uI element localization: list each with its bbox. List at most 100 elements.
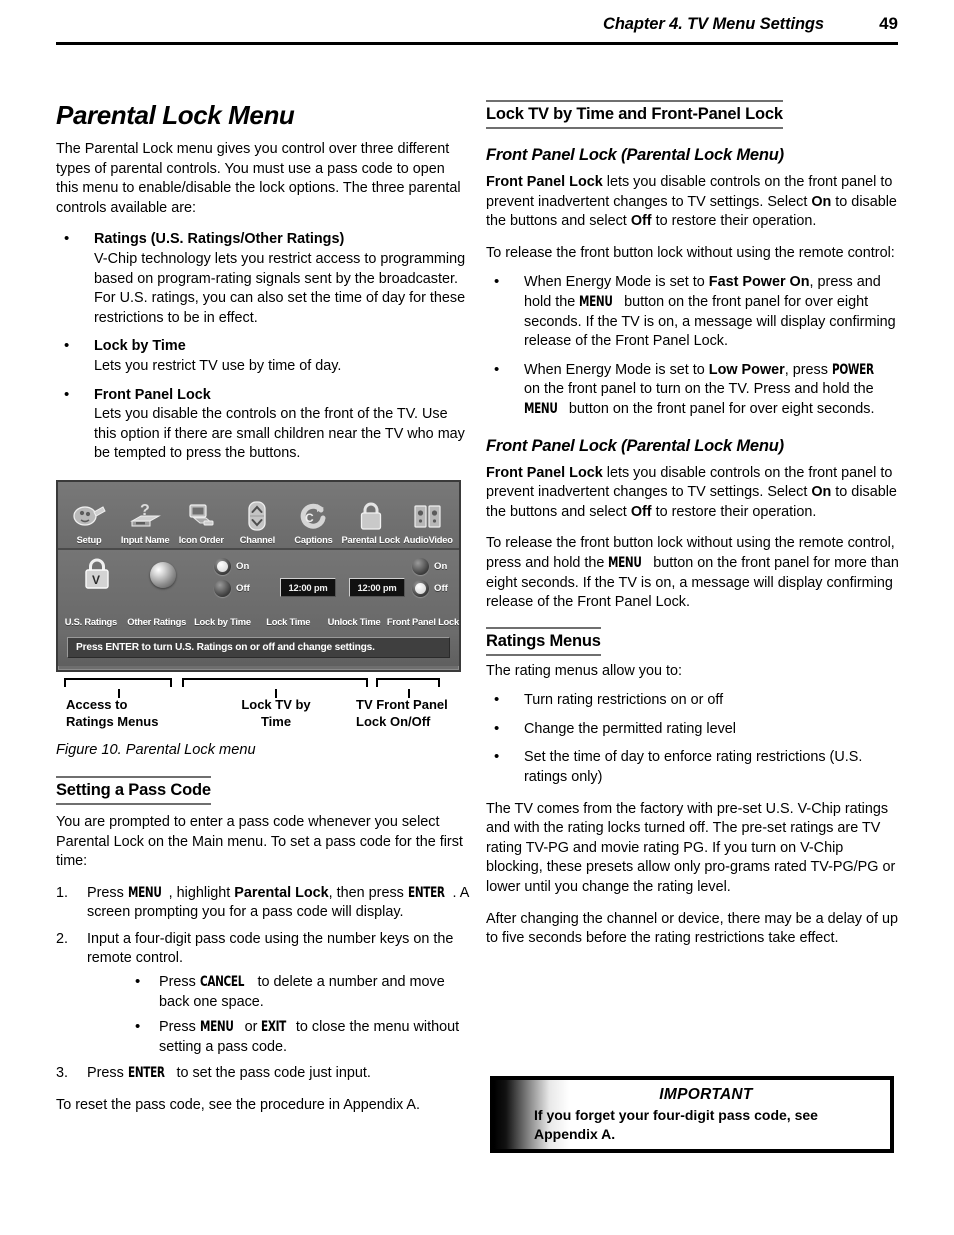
callout-lock-tv-by-time: Lock TV by Time: [226, 696, 326, 730]
tv-menu-item-icon-order[interactable]: Icon Order: [173, 497, 229, 545]
inline-bold: Front Panel Lock: [486, 464, 603, 481]
radio-label: Off: [236, 582, 250, 594]
substep-1: Press CANCEL to delete a number and move…: [87, 972, 471, 1012]
pass-code-intro: You are prompted to enter a pass code wh…: [56, 813, 463, 870]
ratings-intro: The rating menus allow you to:: [486, 662, 682, 679]
control-label: U.S. Ratings: [64, 615, 117, 627]
step-1: Press MENU , highlight Parental Lock, the…: [56, 884, 471, 923]
inline-text: When Energy Mode is set to: [524, 274, 709, 291]
ratings-paragraph-2: After changing the channel or device, th…: [486, 910, 898, 947]
key-power: POWER: [831, 361, 874, 378]
svg-text:V: V: [92, 573, 100, 587]
cc-circular-arrow-icon: C: [285, 497, 341, 535]
pass-code-substeps: Press CANCEL to delete a number and move…: [87, 972, 471, 1057]
control-label: Lock Time: [266, 615, 311, 627]
energy-mode-bullets: When Energy Mode is set to Fast Power On…: [486, 272, 901, 420]
other-ratings-control[interactable]: [130, 556, 196, 588]
important-callout-box: IMPORTANT If you forget your four-digit …: [490, 1076, 894, 1153]
callout-line: Lock TV by: [241, 696, 311, 712]
list-item-text: V-Chip technology lets you restrict acce…: [94, 250, 466, 326]
step-3: Press ENTER to set the pass code just in…: [56, 1064, 471, 1084]
right-column: Lock TV by Time and Front-Panel Lock Fro…: [486, 100, 901, 961]
list-item-title: Ratings (U.S. Ratings/Other Ratings): [94, 231, 345, 248]
section-heading-setting-pass-code: Setting a Pass Code: [56, 775, 211, 805]
tv-menu-item-label: Input Name: [120, 534, 170, 545]
inline-bold: On: [811, 484, 832, 501]
radio-unselected-icon: [412, 557, 429, 575]
tv-menu-item-captions[interactable]: C Captions: [285, 497, 341, 545]
subheading-front-panel-lock-1: Front Panel Lock (Parental Lock Menu): [486, 146, 784, 164]
control-label: Lock by Time: [194, 615, 251, 627]
tv-menu-item-label: Captions: [294, 534, 333, 545]
callout-line: Lock On/Off: [356, 713, 431, 729]
front-panel-lock-paragraph-3: To release the front button lock without…: [486, 534, 901, 612]
list-item: Ratings (U.S. Ratings/Other Ratings) V-C…: [56, 229, 471, 328]
callout-line: Time: [260, 713, 292, 729]
inline-text: on the front panel to turn on the TV. Pr…: [524, 381, 874, 398]
unlock-time-value[interactable]: 12:00 pm: [349, 577, 405, 597]
question-device-icon: ?: [117, 497, 173, 535]
lock-by-time-off-option[interactable]: Off: [214, 579, 250, 597]
subheading-front-panel-lock-2: Front Panel Lock (Parental Lock Menu): [486, 436, 784, 455]
section-heading-lock-tv-by-time: Lock TV by Time and Front-Panel Lock: [486, 100, 783, 129]
header-rule: [56, 42, 898, 45]
tv-menu-item-channel[interactable]: Channel: [229, 497, 285, 545]
step-text: , highlight: [168, 884, 235, 901]
tv-menu-control-labels: U.S. Ratings Other Ratings Lock by Time …: [58, 616, 459, 627]
key-enter: ENTER: [127, 1065, 165, 1082]
lock-by-time-control[interactable]: On Off: [200, 557, 274, 597]
control-label: Unlock Time: [327, 615, 381, 627]
front-panel-lock-off-option[interactable]: Off: [412, 579, 448, 597]
tv-menu-item-setup[interactable]: Setup: [61, 497, 117, 545]
figure-callout-labels: Access to Ratings Menus Lock TV by Time …: [56, 696, 461, 738]
step-text: Press: [87, 884, 128, 901]
inline-bold: Off: [630, 213, 652, 230]
lock-by-time-on-option[interactable]: On: [214, 557, 249, 575]
front-panel-lock-control[interactable]: On Off: [410, 557, 466, 597]
bracket-front-panel-lock: [376, 677, 440, 698]
inline-bold: Off: [630, 503, 652, 520]
tv-menu-item-parental-lock[interactable]: Parental Lock: [342, 497, 400, 545]
v-chip-padlock-icon: V: [82, 556, 112, 590]
step-bold: Parental Lock: [234, 884, 329, 901]
lock-time-value[interactable]: 12:00 pm: [280, 577, 336, 597]
tv-menu-item-input-name[interactable]: ? Input Name: [117, 497, 173, 545]
key-menu: MENU: [579, 293, 613, 310]
step-2: Input a four-digit pass code using the n…: [56, 930, 471, 1058]
radio-selected-icon: [214, 557, 231, 575]
key-menu: MENU: [608, 554, 642, 571]
us-ratings-control[interactable]: V: [66, 556, 128, 590]
front-panel-lock-paragraph-2: Front Panel Lock lets you disable contro…: [486, 464, 901, 523]
callout-front-panel-lock: TV Front Panel Lock On/Off: [356, 696, 476, 730]
inline-bold: Fast Power On: [708, 274, 810, 291]
inline-text: to restore their operation.: [651, 503, 817, 520]
figure-parental-lock-menu: Setup ? Input Name Icon Order Channel C …: [56, 479, 471, 758]
substep-text: or: [240, 1019, 262, 1036]
list-item: Turn rating restrictions on or off: [486, 690, 901, 711]
list-item: When Energy Mode is set to Low Power, pr…: [486, 360, 901, 420]
unlock-time-control[interactable]: 12:00 pm: [341, 577, 413, 597]
callout-line: Ratings Menus: [66, 713, 159, 729]
key-menu: MENU: [127, 884, 162, 901]
tv-menu-screenshot: Setup ? Input Name Icon Order Channel C …: [56, 479, 461, 672]
figure-callout-brackets: [56, 677, 461, 698]
step-text: to set the pass code just input.: [172, 1065, 371, 1082]
figure-caption: Figure 10. Parental Lock menu: [56, 741, 256, 758]
control-label: Other Ratings: [127, 615, 187, 627]
up-down-arrows-icon: [229, 497, 285, 535]
key-enter: ENTER: [407, 884, 445, 901]
inline-text: When Energy Mode is set to: [524, 361, 709, 378]
key-menu: MENU: [524, 400, 558, 417]
tv-menu-item-audiovideo[interactable]: AudioVideo: [400, 497, 456, 545]
front-panel-lock-on-option[interactable]: On: [412, 557, 447, 575]
lock-time-control[interactable]: 12:00 pm: [272, 577, 344, 597]
step-text: , then press: [328, 884, 408, 901]
inline-text: button on the front panel for over eight…: [564, 400, 875, 417]
radio-selected-icon: [412, 579, 429, 597]
important-title: IMPORTANT: [659, 1086, 753, 1103]
step-text: Input a four-digit pass code using the n…: [87, 930, 454, 967]
list-item: When Energy Mode is set to Fast Power On…: [486, 272, 901, 351]
list-item: Front Panel Lock Lets you disable the co…: [56, 385, 471, 464]
tv-menu-item-label: Parental Lock: [341, 534, 401, 545]
left-column: Parental Lock Menu The Parental Lock men…: [56, 100, 471, 1128]
